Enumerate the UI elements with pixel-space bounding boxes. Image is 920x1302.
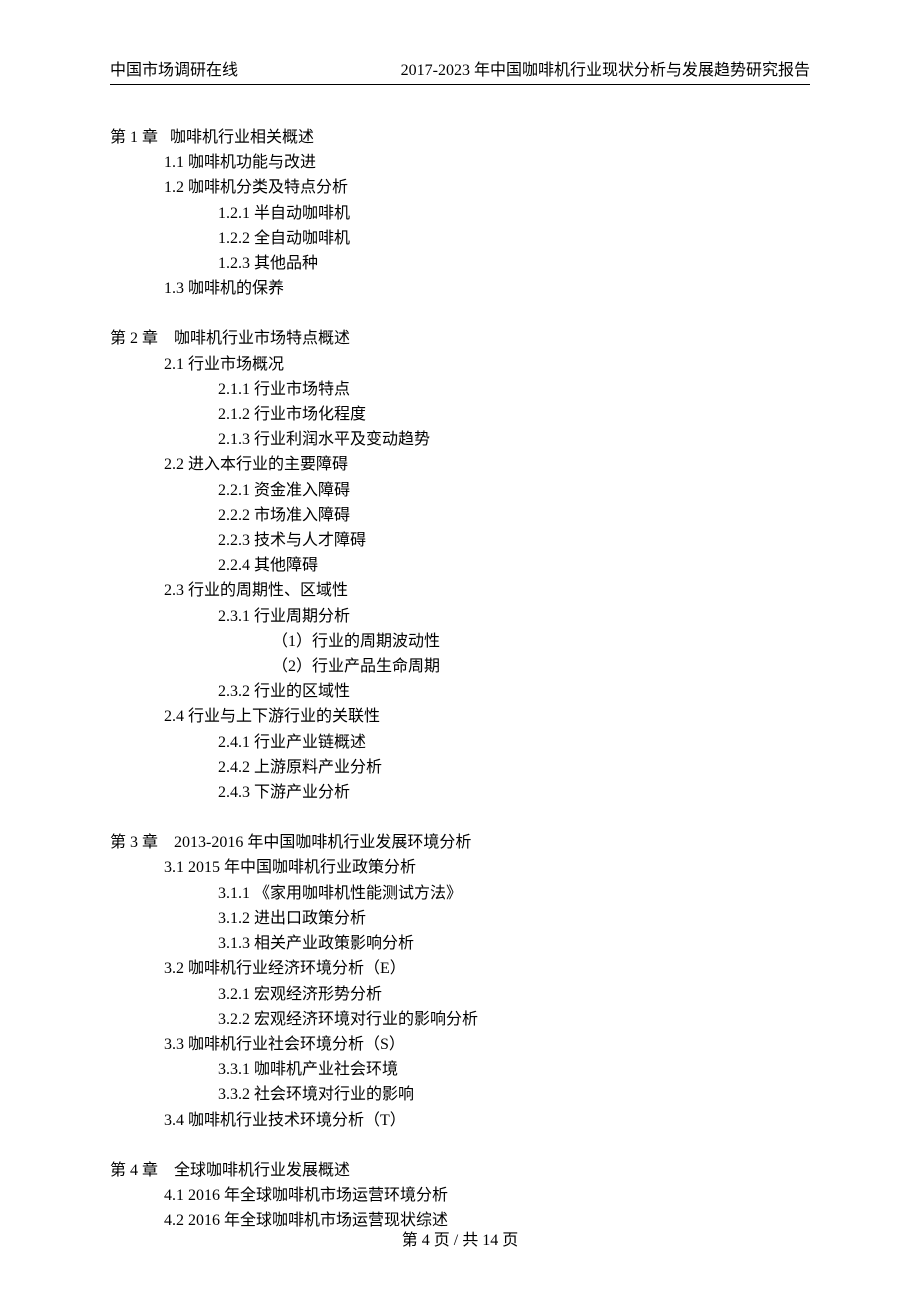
toc-item: 2.2.4 其他障碍 <box>110 553 810 578</box>
toc-item: 3.4 咖啡机行业技术环境分析（T） <box>110 1108 810 1133</box>
toc-item: 1.1 咖啡机功能与改进 <box>110 150 810 175</box>
toc-item: 3.2 咖啡机行业经济环境分析（E） <box>110 956 810 981</box>
toc-item: 2.2.1 资金准入障碍 <box>110 478 810 503</box>
chapter-title: 第 4 章 全球咖啡机行业发展概述 <box>110 1158 810 1183</box>
toc-item: 2.4.3 下游产业分析 <box>110 780 810 805</box>
toc-item: 3.1.2 进出口政策分析 <box>110 906 810 931</box>
toc-item: 2.3 行业的周期性、区域性 <box>110 578 810 603</box>
toc-item: 2.4.2 上游原料产业分析 <box>110 755 810 780</box>
toc-item: 2.1.2 行业市场化程度 <box>110 402 810 427</box>
toc-item: 1.2 咖啡机分类及特点分析 <box>110 175 810 200</box>
toc-content: 第 1 章 咖啡机行业相关概述1.1 咖啡机功能与改进1.2 咖啡机分类及特点分… <box>110 125 810 1233</box>
toc-item: 2.3.2 行业的区域性 <box>110 679 810 704</box>
toc-item: 2.2.3 技术与人才障碍 <box>110 528 810 553</box>
toc-item: 3.1.3 相关产业政策影响分析 <box>110 931 810 956</box>
toc-item: （2）行业产品生命周期 <box>110 654 810 679</box>
document-page: 中国市场调研在线 2017-2023 年中国咖啡机行业现状分析与发展趋势研究报告… <box>0 0 920 1302</box>
header-right: 2017-2023 年中国咖啡机行业现状分析与发展趋势研究报告 <box>401 56 810 80</box>
toc-item: 2.3.1 行业周期分析 <box>110 604 810 629</box>
toc-item: 1.3 咖啡机的保养 <box>110 276 810 301</box>
toc-item: 2.4 行业与上下游行业的关联性 <box>110 704 810 729</box>
chapter-title: 第 2 章 咖啡机行业市场特点概述 <box>110 326 810 351</box>
toc-item: 2.1.1 行业市场特点 <box>110 377 810 402</box>
header-left: 中国市场调研在线 <box>110 56 238 80</box>
toc-item: 3.3.2 社会环境对行业的影响 <box>110 1082 810 1107</box>
toc-item: 3.3.1 咖啡机产业社会环境 <box>110 1057 810 1082</box>
toc-item: 1.2.1 半自动咖啡机 <box>110 201 810 226</box>
chapter-block: 第 3 章 2013-2016 年中国咖啡机行业发展环境分析3.1 2015 年… <box>110 830 810 1132</box>
toc-item: 2.4.1 行业产业链概述 <box>110 730 810 755</box>
toc-item: 1.2.3 其他品种 <box>110 251 810 276</box>
page-header: 中国市场调研在线 2017-2023 年中国咖啡机行业现状分析与发展趋势研究报告 <box>110 56 810 85</box>
toc-item: （1）行业的周期波动性 <box>110 629 810 654</box>
toc-item: 2.2.2 市场准入障碍 <box>110 503 810 528</box>
toc-item: 3.3 咖啡机行业社会环境分析（S） <box>110 1032 810 1057</box>
chapter-block: 第 2 章 咖啡机行业市场特点概述2.1 行业市场概况2.1.1 行业市场特点2… <box>110 326 810 805</box>
toc-item: 3.2.2 宏观经济环境对行业的影响分析 <box>110 1007 810 1032</box>
chapter-title: 第 3 章 2013-2016 年中国咖啡机行业发展环境分析 <box>110 830 810 855</box>
chapter-block: 第 1 章 咖啡机行业相关概述1.1 咖啡机功能与改进1.2 咖啡机分类及特点分… <box>110 125 810 301</box>
toc-item: 3.2.1 宏观经济形势分析 <box>110 982 810 1007</box>
toc-item: 2.2 进入本行业的主要障碍 <box>110 452 810 477</box>
toc-item: 2.1 行业市场概况 <box>110 352 810 377</box>
toc-item: 4.1 2016 年全球咖啡机市场运营环境分析 <box>110 1183 810 1208</box>
page-footer: 第 4 页 / 共 14 页 <box>0 1226 920 1250</box>
toc-item: 1.2.2 全自动咖啡机 <box>110 226 810 251</box>
chapter-block: 第 4 章 全球咖啡机行业发展概述4.1 2016 年全球咖啡机市场运营环境分析… <box>110 1158 810 1234</box>
toc-item: 3.1 2015 年中国咖啡机行业政策分析 <box>110 855 810 880</box>
page-number: 第 4 页 / 共 14 页 <box>402 1232 518 1249</box>
toc-item: 3.1.1 《家用咖啡机性能测试方法》 <box>110 881 810 906</box>
toc-item: 2.1.3 行业利润水平及变动趋势 <box>110 427 810 452</box>
chapter-title: 第 1 章 咖啡机行业相关概述 <box>110 125 810 150</box>
